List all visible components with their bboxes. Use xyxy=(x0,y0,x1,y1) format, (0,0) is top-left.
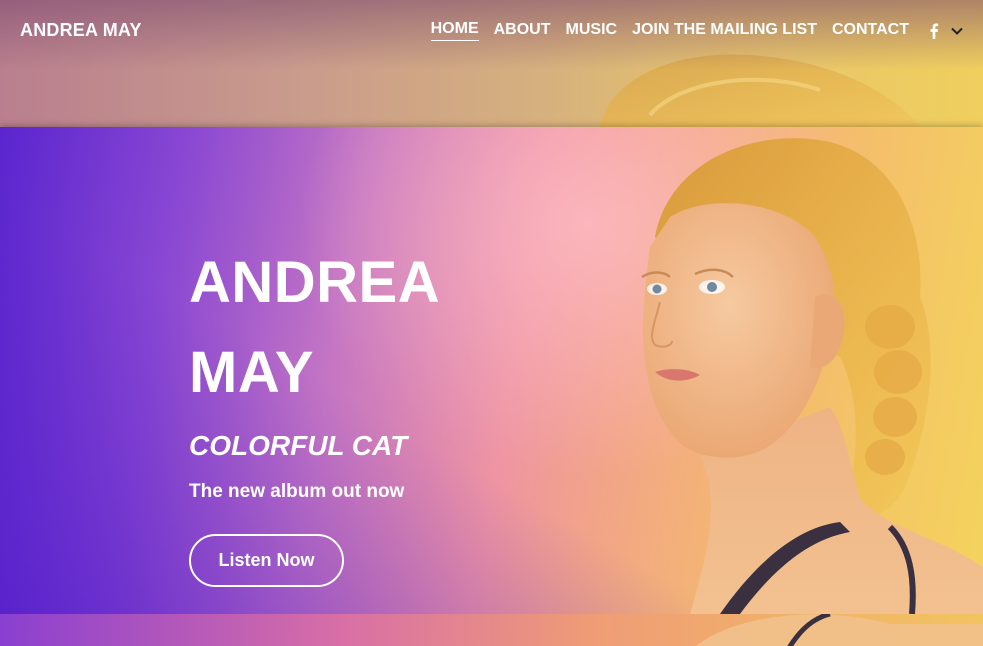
social-links xyxy=(929,23,963,39)
album-title: COLORFUL CAT xyxy=(189,430,408,461)
nav-home[interactable]: HOME xyxy=(430,20,479,41)
hero-title-line2: MAY xyxy=(189,340,315,405)
nav-contact[interactable]: CONTACT xyxy=(832,21,909,41)
site-logo[interactable]: ANDREA MAY xyxy=(20,20,142,41)
portrait-image-bottom xyxy=(696,614,983,646)
nav-music[interactable]: MUSIC xyxy=(566,21,618,41)
portrait-image xyxy=(641,138,983,614)
listen-now-button[interactable]: Listen Now xyxy=(189,534,344,587)
nav-mailing-list[interactable]: JOIN THE MAILING LIST xyxy=(632,21,817,41)
facebook-icon[interactable] xyxy=(929,23,939,39)
next-section-background xyxy=(0,614,983,646)
nav-about[interactable]: ABOUT xyxy=(494,21,551,41)
main-nav: HOME ABOUT MUSIC JOIN THE MAILING LIST C… xyxy=(416,20,963,41)
hero-title-line1: ANDREA xyxy=(189,250,441,315)
hero-title: ANDREA MAY xyxy=(189,238,569,418)
chevron-down-icon[interactable] xyxy=(951,27,963,35)
hero-tagline: The new album out now xyxy=(189,481,405,502)
site-header: ANDREA MAY HOME ABOUT MUSIC JOIN THE MAI… xyxy=(0,0,983,64)
